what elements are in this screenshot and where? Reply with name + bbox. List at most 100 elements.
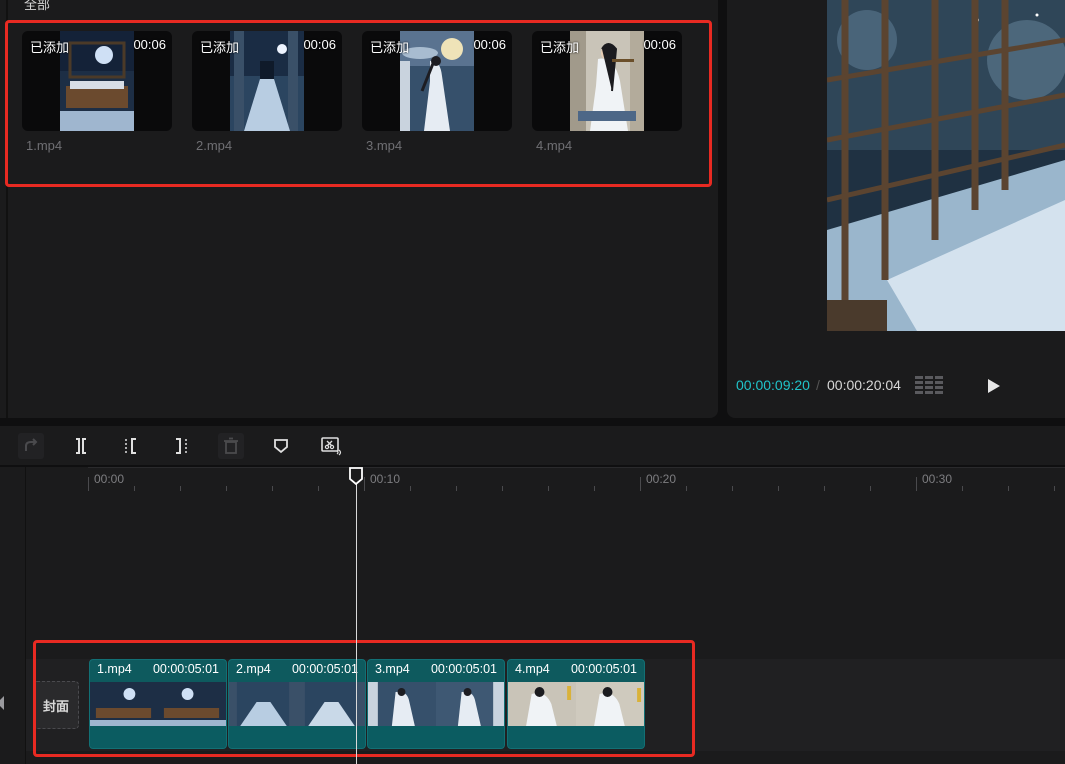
major-tick: [640, 477, 641, 491]
minor-tick: [548, 486, 549, 491]
clip-duration: 00:00:05:01: [291, 662, 358, 676]
panel-divider: [6, 0, 8, 418]
minor-tick: [1008, 486, 1009, 491]
marker-button[interactable]: [268, 433, 294, 459]
minor-tick: [686, 486, 687, 491]
minor-tick: [180, 486, 181, 491]
playhead-handle-icon[interactable]: [349, 467, 363, 485]
auto-cut-button[interactable]: [318, 433, 344, 459]
media-thumbnail[interactable]: 已添加 00:06: [362, 31, 512, 131]
media-item[interactable]: 已添加 00:06 3.mp4: [362, 31, 514, 153]
current-time: 00:00:09:20: [736, 377, 810, 393]
added-badge: 已添加: [370, 40, 410, 55]
flute-player-thumbnail: [570, 31, 644, 131]
added-badge: 已添加: [540, 40, 580, 55]
timeline-clip[interactable]: 2.mp4 00:00:05:01: [228, 659, 366, 749]
track-header-column: [0, 467, 26, 764]
duration-badge: 00:06: [303, 37, 336, 52]
split-button[interactable]: [68, 433, 94, 459]
clip-header: 4.mp4 00:00:05:01: [508, 660, 644, 680]
timeline-clip[interactable]: 4.mp4 00:00:05:01: [507, 659, 645, 749]
clip-audio-strip: [229, 726, 365, 748]
media-thumbnail[interactable]: 已添加 00:06: [192, 31, 342, 131]
preview-panel: 00:00:09:20 / 00:00:20:04: [727, 0, 1065, 418]
minor-tick: [272, 486, 273, 491]
time-ruler[interactable]: 00:00 00:10 00:20 00:30: [88, 467, 1065, 491]
auto-cut-icon: [321, 437, 342, 456]
ruler-label: 00:10: [370, 472, 401, 486]
clip-frame: [158, 682, 226, 728]
media-thumbnail[interactable]: 已添加 00:06: [22, 31, 172, 131]
minor-tick: [824, 486, 825, 491]
timeline-clip[interactable]: 1.mp4 00:00:05:01: [89, 659, 227, 749]
clip-name: 1.mp4: [97, 662, 132, 676]
clip-frame: [576, 682, 644, 728]
ruler-label: 00:00: [94, 472, 125, 486]
major-tick: [364, 477, 365, 491]
track-volume-icon[interactable]: [0, 695, 7, 711]
marker-icon: [274, 439, 288, 454]
clip-audio-strip: [368, 726, 504, 748]
delete-button[interactable]: [218, 433, 244, 459]
play-button[interactable]: [983, 375, 1005, 397]
media-item[interactable]: 已添加 00:06 2.mp4: [192, 31, 344, 153]
minor-tick: [732, 486, 733, 491]
clip-duration: 00:00:05:01: [152, 662, 219, 676]
bedroom-moon-thumbnail: [60, 31, 134, 131]
clip-duration: 00:00:05:01: [430, 662, 497, 676]
clip-name: 2.mp4: [236, 662, 271, 676]
clip-frame: [436, 682, 504, 728]
media-file-name: 2.mp4: [196, 138, 233, 153]
waveform-grid-icon[interactable]: [915, 376, 943, 394]
media-thumbnail[interactable]: 已添加 00:06: [532, 31, 682, 131]
media-item[interactable]: 已添加 00:06 1.mp4: [22, 31, 174, 153]
media-file-name: 4.mp4: [536, 138, 573, 153]
trim-right-icon: [176, 438, 187, 454]
snowy-corridor-thumbnail: [230, 31, 304, 131]
clip-audio-strip: [90, 726, 226, 748]
clip-thumbnails: [90, 682, 226, 728]
clip-thumbnails: [229, 682, 365, 728]
trim-left-button[interactable]: [118, 433, 144, 459]
media-grid: 已添加 00:06 1.mp4 已添加 00:06 2.mp4 已添加 00:0…: [22, 31, 702, 161]
clip-header: 3.mp4 00:00:05:01: [368, 660, 504, 680]
redo-button[interactable]: [18, 433, 44, 459]
major-tick: [88, 477, 89, 491]
minor-tick: [134, 486, 135, 491]
playhead-line[interactable]: [356, 476, 357, 764]
major-tick: [916, 477, 917, 491]
preview-video-frame[interactable]: [827, 0, 1065, 331]
redo-icon: [25, 438, 38, 451]
added-badge: 已添加: [30, 40, 70, 55]
duration-badge: 00:06: [643, 37, 676, 52]
delete-icon: [224, 437, 238, 454]
cover-button[interactable]: 封面: [33, 681, 79, 729]
media-category-label[interactable]: 全部: [24, 0, 50, 13]
trim-right-button[interactable]: [168, 433, 194, 459]
clip-frame: [90, 682, 158, 728]
added-badge: 已添加: [200, 40, 240, 55]
clip-duration: 00:00:05:01: [570, 662, 637, 676]
clip-thumbnails: [508, 682, 644, 728]
clip-frame: [508, 682, 576, 728]
minor-tick: [456, 486, 457, 491]
clip-header: 2.mp4 00:00:05:01: [229, 660, 365, 680]
timeline-panel[interactable]: 00:00 00:10 00:20 00:30 封面 1.mp4 00:00:0…: [0, 467, 1065, 764]
media-file-name: 1.mp4: [26, 138, 63, 153]
split-icon: [76, 438, 86, 454]
media-item[interactable]: 已添加 00:06 4.mp4: [532, 31, 684, 153]
clip-frame: [368, 682, 436, 728]
clip-name: 3.mp4: [375, 662, 410, 676]
edit-toolbar: [0, 426, 1065, 466]
moon-figure-thumbnail: [400, 31, 474, 131]
timeline-clip[interactable]: 3.mp4 00:00:05:01: [367, 659, 505, 749]
trim-left-icon: [125, 438, 136, 454]
minor-tick: [410, 486, 411, 491]
clip-frame: [229, 682, 297, 728]
minor-tick: [870, 486, 871, 491]
media-file-name: 3.mp4: [366, 138, 403, 153]
play-icon: [988, 379, 1000, 393]
duration-badge: 00:06: [133, 37, 166, 52]
minor-tick: [502, 486, 503, 491]
media-panel: 全部 已添加 00:06 1.mp4 已添加 00:06 2.mp4 已添加 0…: [0, 0, 718, 418]
